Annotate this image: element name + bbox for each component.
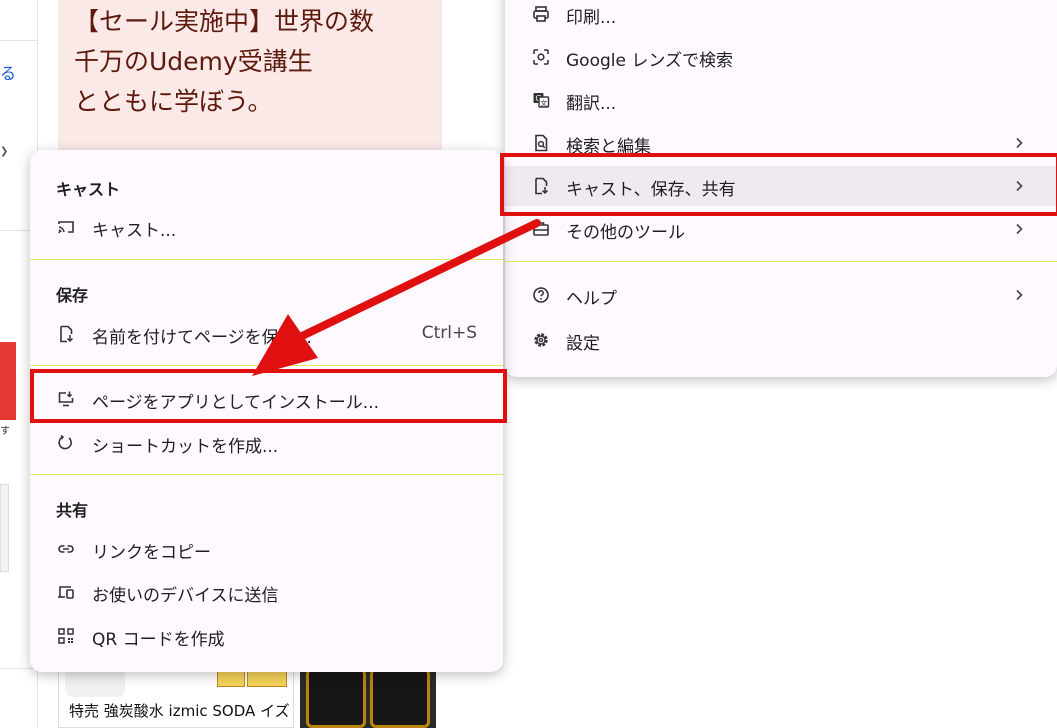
chevron-right-icon (1009, 285, 1029, 305)
chevron-right-icon (1009, 176, 1029, 196)
menu-item-label: ヘルプ (566, 289, 617, 309)
lens-icon (531, 47, 551, 67)
translate-icon: G文 (531, 90, 551, 110)
menu-item-cast-save-share[interactable]: キャスト、保存、共有 (505, 166, 1057, 206)
menu-item-find-edit[interactable]: 検索と編集 (505, 123, 1057, 163)
menu-item-more-tools[interactable]: その他のツール (505, 209, 1057, 249)
menu-item-label: 設定 (566, 334, 600, 354)
qr-code-icon (56, 626, 76, 646)
promo-line-1: 【セール実施中】世界の数 (74, 7, 375, 36)
menu-separator (30, 474, 503, 475)
menu-item-label: リンクをコピー (92, 543, 211, 563)
menu-item-help[interactable]: ヘルプ (505, 275, 1057, 315)
chevron-right-icon (1009, 219, 1029, 239)
chevron-right-icon (1009, 133, 1029, 153)
menu-item-label: キャスト、保存、共有 (566, 180, 736, 200)
menu-item-google-lens[interactable]: Google レンズで検索 (505, 37, 1057, 77)
menu-item-copy-link[interactable]: リンクをコピー (30, 529, 503, 569)
menu-item-label: ページをアプリとしてインストール... (92, 393, 380, 413)
shortcut-icon (56, 433, 76, 453)
ad-image (0, 342, 16, 420)
menu-item-send-to-devices[interactable]: お使いのデバイスに送信 (30, 572, 503, 612)
menu-item-label: 名前を付けてページを保存... (92, 328, 312, 348)
product-image (306, 668, 366, 728)
menu-item-cast[interactable]: キャスト... (30, 207, 503, 247)
divider (0, 40, 38, 41)
menu-item-label: 検索と編集 (566, 137, 651, 157)
promo-line-3: とともに学ぼう。 (74, 87, 273, 116)
group-title-share: 共有 (56, 501, 89, 520)
menu-item-label: お使いのデバイスに送信 (92, 586, 279, 606)
menu-item-translate[interactable]: G文 翻訳... (505, 80, 1057, 120)
main-menu: 印刷... Google レンズで検索 G文 翻訳... 検索と編集 キャスト、… (505, 0, 1057, 377)
menu-item-create-shortcut[interactable]: ショートカットを作成... (30, 423, 503, 463)
menu-item-label: その他のツール (566, 223, 685, 243)
keyboard-shortcut: Ctrl+S (421, 323, 477, 343)
svg-text:文: 文 (540, 99, 547, 108)
group-title-cast: キャスト (56, 180, 121, 199)
group-title-save: 保存 (56, 286, 89, 305)
menu-separator (30, 259, 503, 260)
save-share-icon (531, 176, 551, 196)
menu-item-label: 翻訳... (566, 94, 617, 114)
product-caption: 特売 強炭酸水 izmic SODA イズミックソーダ (69, 702, 291, 720)
install-app-icon (56, 389, 76, 409)
save-page-icon (56, 324, 76, 344)
cast-icon (56, 217, 76, 237)
menu-item-label: Google レンズで検索 (566, 51, 734, 71)
cast-save-share-submenu: キャスト キャスト... 保存 名前を付けてページを保存... Ctrl+S ペ… (30, 150, 503, 672)
print-icon (531, 4, 551, 24)
promo-line-2: 千万のUdemy受講生 (74, 47, 313, 76)
promo-banner[interactable]: 【セール実施中】世界の数 千万のUdemy受講生 とともに学ぼう。 (58, 0, 442, 150)
menu-item-settings[interactable]: 設定 (505, 320, 1057, 360)
menu-item-label: QR コードを作成 (92, 630, 225, 650)
toolbox-icon (531, 219, 551, 239)
menu-separator (30, 365, 503, 366)
devices-icon (56, 582, 76, 602)
background-link[interactable]: る (0, 60, 16, 84)
background-card (0, 484, 9, 572)
menu-item-label: 印刷... (566, 8, 617, 28)
product-image (370, 668, 430, 728)
ad-caption: す (0, 426, 10, 437)
menu-item-save-page[interactable]: 名前を付けてページを保存... Ctrl+S (30, 314, 503, 354)
chevron-right-icon: ❯ (0, 146, 9, 157)
menu-item-print[interactable]: 印刷... (505, 0, 1057, 34)
settings-icon (531, 330, 551, 350)
menu-item-install-app[interactable]: ページをアプリとしてインストール... (30, 379, 503, 419)
menu-item-label: ショートカットを作成... (92, 437, 279, 457)
menu-item-label: キャスト... (92, 221, 177, 241)
menu-separator (505, 261, 1057, 262)
find-icon (531, 133, 551, 153)
link-icon (56, 539, 76, 559)
help-icon (531, 285, 551, 305)
menu-item-qr-code[interactable]: QR コードを作成 (30, 616, 503, 656)
